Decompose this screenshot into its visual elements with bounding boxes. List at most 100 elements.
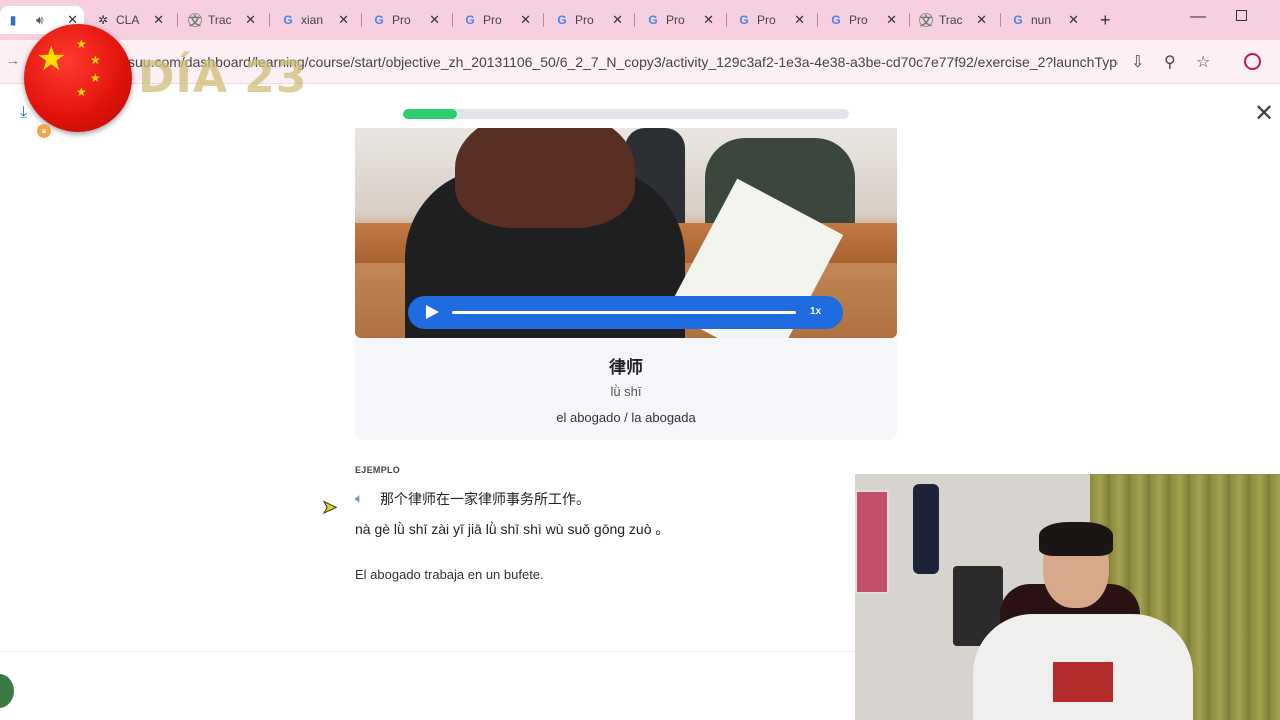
tab-separator [1000,13,1001,27]
google-icon: G [739,13,749,27]
google-icon: G [648,13,658,27]
close-icon[interactable]: ✕ [976,12,987,28]
minimize-icon[interactable]: — [1190,8,1206,26]
close-lesson-icon[interactable]: ✕ [1254,102,1274,126]
tab-separator [361,13,362,27]
webcam-shirt-logo [1053,662,1113,702]
progress-fill [403,109,457,119]
zoom-icon[interactable]: ⚲ [1164,52,1176,72]
divider [0,651,855,652]
new-tab-plus-icon[interactable]: + [1100,10,1111,31]
tab-chatgpt[interactable]: ✲ CLA ✕ [96,6,170,34]
tab-separator [909,13,910,27]
google-icon: G [831,13,841,27]
tab-separator [543,13,544,27]
china-flag-badge-icon: ★ ★ ★ ★ ★ [24,24,132,132]
example-label: EJEMPLO [355,465,401,475]
close-icon[interactable]: ✕ [1068,12,1079,28]
example-pinyin: nà gè lǜ shī zài yī jiā lǜ shī shì wù su… [355,521,670,537]
webcam-overlay [855,474,1280,720]
speaker-icon[interactable]: 🔈︎ [355,490,363,507]
tab-google[interactable]: G Pro ✕ [372,6,446,34]
star-icon: ★ [36,40,67,78]
help-chat-button[interactable] [0,674,14,708]
tab-google[interactable]: G Pro ✕ [463,6,537,34]
tab-title: xian [301,13,324,27]
webcam-person-hair [1039,522,1113,556]
translate-icon: 文 [919,13,933,28]
vocabulary-card: 律师 lǜ shī el abogado / la abogada [355,338,897,440]
word-meaning: el abogado / la abogada [556,410,696,425]
playback-speed-button[interactable]: 1x [810,306,821,317]
tab-google[interactable]: G Pro ✕ [555,6,629,34]
tab-title: Pro [757,13,776,27]
tab-google[interactable]: G nun ✕ [1011,6,1085,34]
word-pinyin: lǜ shī [610,384,642,399]
restore-window-icon[interactable] [1236,10,1247,21]
star-icon: ★ [90,53,101,67]
lesson-progress-bar [403,109,849,119]
star-icon: ★ [76,37,87,51]
bookmark-star-icon[interactable]: ☆ [1196,52,1210,72]
tab-title: Trac [939,13,963,27]
close-icon[interactable]: ✕ [794,12,805,28]
word-hanzi: 律师 [609,358,643,378]
play-icon[interactable] [426,305,439,319]
photo-lawyer-hair [455,128,635,228]
close-icon[interactable]: ✕ [886,12,897,28]
example-translation: El abogado trabaja en un bufete. [355,567,544,582]
tab-title: Pro [666,13,685,27]
chatgpt-icon: ✲ [97,13,109,27]
tab-google[interactable]: G Pro ✕ [829,6,903,34]
tab-title: Pro [575,13,594,27]
tab-separator [177,13,178,27]
profile-avatar-icon[interactable] [1244,53,1261,70]
translate-icon: 文 [188,13,202,28]
tab-title: CLA [116,13,140,27]
tab-google[interactable]: G Pro ✕ [737,6,811,34]
close-icon[interactable]: ✕ [338,12,349,28]
star-icon: ★ [76,85,87,99]
audio-player: 1x [408,296,843,329]
tab-separator [726,13,727,27]
google-icon: G [283,13,293,27]
close-icon[interactable]: ✕ [612,12,623,28]
screen: ▮ 🔊︎ ✕ ✲ CLA ✕ 文 Trac ✕ G xian ✕ G Pro ✕ [0,0,1280,720]
audio-seek-bar[interactable] [452,311,796,314]
tab-separator [269,13,270,27]
example-hanzi: 那个律师在一家律师事务所工作。 [380,492,590,508]
tab-translate[interactable]: 文 Trac ✕ [188,6,262,34]
tab-title: Pro [392,13,411,27]
close-icon[interactable]: ✕ [520,12,531,28]
close-icon[interactable]: ✕ [153,12,164,28]
close-icon[interactable]: ✕ [703,12,714,28]
page-icon: ▮ [9,13,17,27]
star-icon: ★ [90,71,101,85]
tab-separator [452,13,453,27]
webcam-poster [855,490,889,594]
google-icon: G [374,13,384,27]
download-icon[interactable]: ⤓ [20,104,27,122]
tab-title: Pro [483,13,502,27]
tab-title: nun [1031,13,1052,27]
google-icon: G [465,13,475,27]
tab-separator [817,13,818,27]
mouse-cursor-icon: ➤ [321,497,338,518]
google-icon: G [557,13,567,27]
tab-translate[interactable]: 文 Trac ✕ [919,6,993,34]
tab-google[interactable]: G xian ✕ [281,6,355,34]
close-icon[interactable]: ✕ [429,12,440,28]
tab-title: Trac [208,13,232,27]
lock-icon: 🔒︎ [37,124,51,138]
install-app-icon[interactable]: ⇩ [1131,52,1144,72]
speaker-icon[interactable]: 🔊︎ [36,13,44,28]
tab-google[interactable]: G Pro ✕ [646,6,720,34]
google-icon: G [1013,13,1023,27]
close-icon[interactable]: ✕ [245,12,256,28]
tab-separator [634,13,635,27]
tab-title: Pro [849,13,868,27]
webcam-jersey [913,484,939,574]
day-counter-overlay: DÍA 23 [138,52,308,103]
browser-tab-strip: ▮ 🔊︎ ✕ ✲ CLA ✕ 文 Trac ✕ G xian ✕ G Pro ✕ [0,0,1280,40]
forward-arrow-icon[interactable]: → [6,52,20,68]
